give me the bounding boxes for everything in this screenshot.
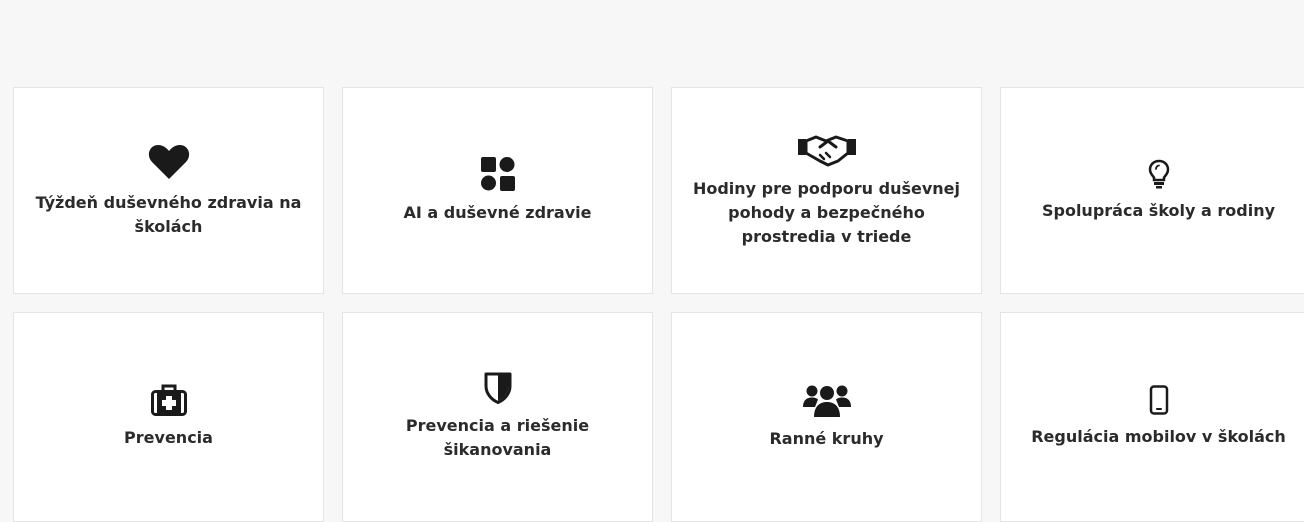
card-label: Týždeň duševného zdravia na školách	[35, 192, 302, 236]
card-mental-health-week[interactable]: Týždeň duševného zdravia na školách	[13, 87, 324, 294]
card-mobile-regulation[interactable]: Regulácia mobilov v školách	[1000, 312, 1304, 522]
card-label: Regulácia mobilov v školách	[1031, 427, 1286, 446]
card-label: AI a duševné zdravie	[403, 202, 592, 222]
mobile-phone-icon	[1149, 385, 1169, 415]
lightbulb-icon	[1148, 159, 1170, 189]
card-label: Prevencia a riešenie šikanovania	[405, 416, 590, 459]
card-prevention[interactable]: Prevencia	[13, 312, 324, 522]
card-school-family-cooperation[interactable]: Spolupráca školy a rodiny	[1000, 87, 1304, 294]
shapes-icon	[480, 156, 515, 191]
card-label: Prevencia	[124, 428, 213, 447]
card-bullying-prevention[interactable]: Prevencia a riešenie šikanovania	[342, 312, 653, 522]
heart-icon	[148, 143, 190, 181]
card-classroom-wellbeing[interactable]: Hodiny pre podporu duševnej pohody a bez…	[671, 87, 982, 294]
card-ai-mental-health[interactable]: AI a duševné zdravie	[342, 87, 653, 294]
users-icon	[802, 383, 851, 417]
card-label: Hodiny pre podporu duševnej pohody a bez…	[692, 178, 961, 246]
first-aid-kit-icon	[150, 384, 187, 416]
shield-icon	[484, 372, 512, 404]
topic-card-grid: Týždeň duševného zdravia na školách AI a…	[13, 87, 1304, 522]
handshake-icon	[797, 133, 856, 167]
card-label: Ranné kruhy	[769, 429, 884, 448]
card-label: Spolupráca školy a rodiny	[1041, 200, 1276, 220]
card-morning-circles[interactable]: Ranné kruhy	[671, 312, 982, 522]
